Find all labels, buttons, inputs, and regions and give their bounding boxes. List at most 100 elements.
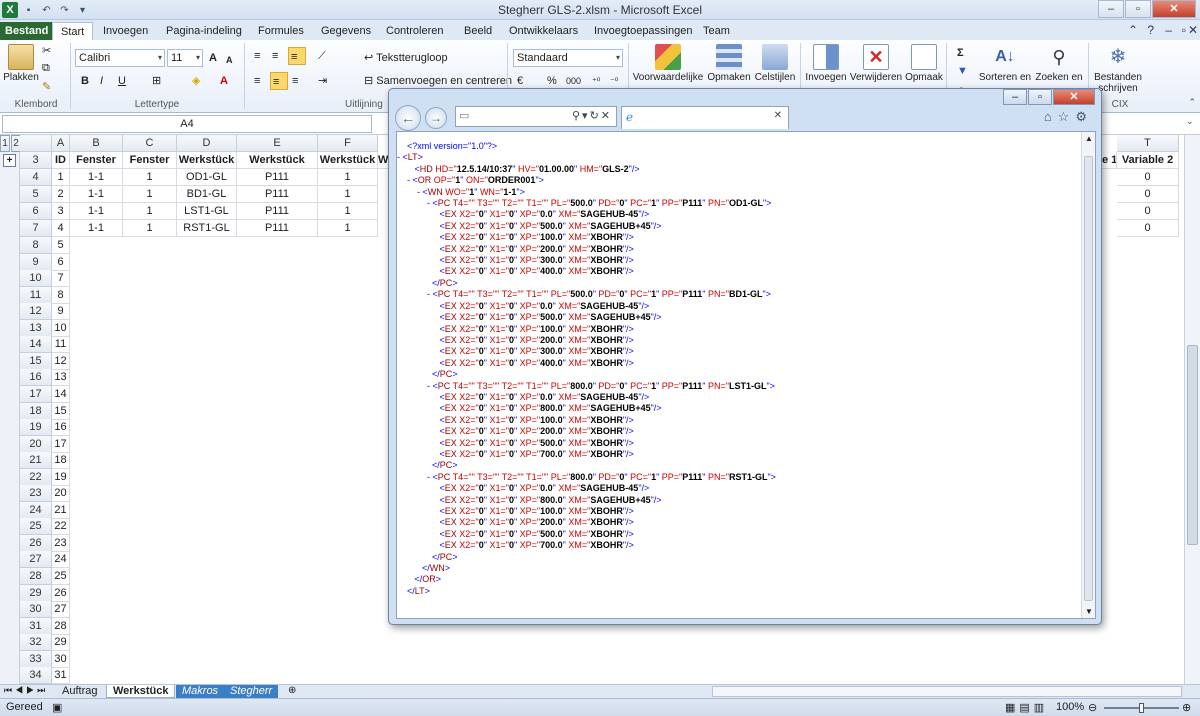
cell-a[interactable]: 1 [52,169,70,186]
cell-e[interactable]: P111 [237,169,318,186]
cell-f[interactable]: 1 [318,203,378,220]
row-header[interactable]: 10 [20,270,52,288]
vertical-scrollbar[interactable] [1184,135,1200,685]
cell-e[interactable]: P111 [237,203,318,220]
cell-t[interactable]: 0 [1117,220,1179,237]
row-header[interactable]: 29 [20,584,52,602]
column-header-e[interactable]: E [237,135,318,152]
wrap-text-button[interactable]: ↩ Tekstterugloop [362,49,450,67]
underline-button[interactable]: U [116,72,128,90]
shrink-font-button[interactable]: A [224,51,235,69]
format-as-table-button[interactable]: Opmaken [706,44,752,83]
cell-a[interactable]: 16 [52,419,70,437]
row-header-3[interactable]: 3 [20,152,52,169]
ie-scrollbar-thumb[interactable] [1084,156,1093,601]
forward-icon[interactable]: → [425,107,447,129]
row-header[interactable]: 20 [20,435,52,453]
column-header-f[interactable]: F [318,135,378,152]
column-header-d[interactable]: D [177,135,237,152]
cell-t3[interactable]: Variable 2 [1117,152,1179,169]
cell-e[interactable]: P111 [237,186,318,203]
cell-d[interactable]: BD1-GL [177,186,237,203]
font-name-combo[interactable]: Calibri ▾ [75,49,165,67]
cell-b[interactable]: 1-1 [70,203,123,220]
view-buttons-icon[interactable]: ▦▤▥ [1005,701,1048,714]
cell-a[interactable]: 23 [52,534,70,552]
align-left-icon[interactable]: ≡ [252,72,262,90]
restore-workbook-icon[interactable]: ▫ [1182,23,1186,37]
ribbon-collapse-icon[interactable]: ⌃ [1128,23,1138,37]
row-header[interactable]: 30 [20,601,52,619]
ie-tab-close-icon[interactable]: ✕ [774,110,782,121]
row-header[interactable]: 33 [20,650,52,668]
cell-t[interactable]: 0 [1117,186,1179,203]
sheet-nav-arrows-icon[interactable]: ⏮◀▶⏭ [4,685,48,696]
row-header[interactable]: 16 [20,369,52,387]
ie-vertical-scrollbar[interactable]: ▲ ▼ [1081,132,1095,618]
redo-icon[interactable]: ↷ [57,3,72,18]
cell-b[interactable]: 1-1 [70,220,123,237]
tab-start[interactable]: Start [52,22,94,40]
borders-icon[interactable]: ⊞ [150,72,163,90]
minimize-workbook-icon[interactable]: – [1165,23,1172,37]
italic-button[interactable]: I [98,72,105,90]
cell-a[interactable]: 7 [52,270,70,288]
row-header[interactable]: 31 [20,617,52,635]
row-header[interactable]: 17 [20,385,52,403]
column-header-a[interactable]: A [52,135,70,152]
tab-gegevens[interactable]: Gegevens [313,22,379,40]
tab-formules[interactable]: Formules [250,22,312,40]
cell-b[interactable]: 1-1 [70,169,123,186]
cell-a[interactable]: 3 [52,203,70,220]
sort-filter-button[interactable]: A↓ Sorteren en [978,44,1032,83]
align-center-icon[interactable]: ≡ [270,72,288,90]
scroll-down-icon[interactable]: ▼ [1085,607,1093,616]
ie-close-icon[interactable]: ✕ [1053,89,1095,105]
cell-a[interactable]: 12 [52,352,70,370]
cell-c3[interactable]: Fenster [123,152,177,169]
row-header[interactable]: 7 [20,220,52,237]
home-favorites-settings-icons[interactable]: ⌂☆⚙ [1044,109,1093,125]
cell-f[interactable]: 1 [318,186,378,203]
copy-icon[interactable]: ⧉ [42,62,50,75]
cell-f[interactable]: 1 [318,220,378,237]
row-header[interactable]: 19 [20,419,52,437]
cell-a[interactable]: 9 [52,303,70,321]
name-box[interactable]: A4 [2,115,372,133]
cell-d[interactable]: OD1-GL [177,169,237,186]
cell-a[interactable]: 26 [52,584,70,602]
align-middle-icon[interactable]: ≡ [270,47,280,65]
cell-a[interactable]: 13 [52,369,70,387]
tab-invoegtoepassingen[interactable]: Invoegtoepassingen [586,22,700,40]
excel-logo-icon[interactable]: X [2,2,18,18]
cell-a[interactable]: 20 [52,485,70,503]
row-header[interactable]: 28 [20,568,52,585]
ie-minimize-icon[interactable]: – [1003,89,1027,105]
row-header[interactable]: 25 [20,518,52,536]
tab-pagina-indeling[interactable]: Pagina-indeling [158,22,250,40]
cell-s3[interactable]: e 1 [1102,152,1117,169]
cell-d[interactable]: LST1-GL [177,203,237,220]
autosum-button[interactable]: Σ [955,44,966,62]
font-color-icon[interactable]: A [218,72,230,90]
cell-f[interactable]: 1 [318,169,378,186]
tab-controleren[interactable]: Controleren [378,22,451,40]
customize-qat-icon[interactable]: ▾ [75,3,90,18]
row-header[interactable]: 18 [20,402,52,420]
cell-e[interactable]: P111 [237,220,318,237]
number-format-combo[interactable]: Standaard ▾ [513,49,623,67]
conditional-format-button[interactable]: Voorwaardelijke [632,44,704,83]
cell-a[interactable]: 15 [52,402,70,420]
cell-c[interactable]: 1 [123,186,177,203]
zoom-slider-thumb[interactable] [1139,703,1144,713]
ie-maximize-icon[interactable]: ▫ [1028,89,1052,105]
zoom-in-icon[interactable]: ⊕ [1182,701,1191,714]
cell-e3[interactable]: Werkstück [237,152,318,169]
cell-a[interactable]: 17 [52,435,70,453]
cell-a[interactable]: 30 [52,650,70,668]
cell-a[interactable]: 5 [52,237,70,254]
row-header[interactable]: 6 [20,203,52,220]
sheet-tab-makros[interactable]: Makros [176,685,225,698]
cell-a[interactable]: 31 [52,667,70,685]
orientation-icon[interactable]: ⟋ [316,47,328,65]
